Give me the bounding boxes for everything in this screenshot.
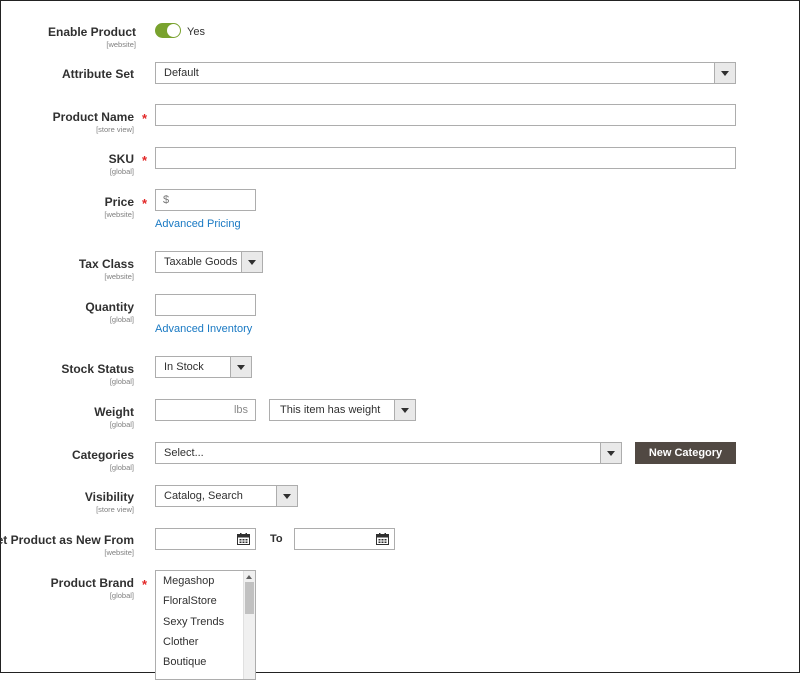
chevron-down-icon[interactable] [394,400,415,420]
product-brand-scope: [global] [109,591,134,600]
product-brand-label: Product Brand [50,576,134,590]
price-input[interactable]: $ [155,189,256,211]
advanced-pricing-link[interactable]: Advanced Pricing [155,218,241,230]
visibility-value: Catalog, Search [164,490,243,502]
list-item[interactable]: Megashop [156,571,255,591]
new-from-date-input[interactable] [155,528,256,550]
enable-product-label: Enable Product [47,25,136,39]
sku-label: SKU [108,152,134,166]
currency-symbol: $ [163,194,170,206]
price-label: Price [104,195,134,209]
scroll-up-icon[interactable] [246,575,252,579]
chevron-down-icon[interactable] [230,357,251,377]
enable-product-value: Yes [187,26,205,38]
scrollbar[interactable] [243,571,255,679]
weight-input[interactable]: lbs [155,399,256,421]
to-label: To [270,533,283,545]
new-from-scope: [website] [104,548,134,557]
stock-status-label: Stock Status [61,362,134,376]
weight-type-select[interactable]: This item has weight [269,399,416,421]
weight-unit: lbs [233,404,248,416]
quantity-label: Quantity [85,300,134,314]
chevron-down-icon[interactable] [714,63,735,83]
product-brand-multiselect[interactable]: Megashop FloralStore Sexy Trends Clother… [155,570,256,680]
tax-class-label: Tax Class [78,257,134,271]
scrollbar-thumb[interactable] [245,582,254,614]
enable-product-scope: [website] [106,40,136,49]
chevron-down-icon[interactable] [600,443,621,463]
product-name-input[interactable] [155,104,736,126]
sku-input[interactable] [155,147,736,169]
list-item[interactable]: Boutique [156,652,255,672]
toggle-knob [167,24,180,37]
categories-placeholder: Select... [164,447,204,459]
stock-status-value: In Stock [164,361,204,373]
stock-status-select[interactable]: In Stock [155,356,252,378]
visibility-label: Visibility [84,490,134,504]
chevron-down-icon[interactable] [241,252,262,272]
required-marker: * [142,196,148,211]
categories-select[interactable]: Select... [155,442,622,464]
visibility-scope: [store view] [96,505,134,514]
weight-scope: [global] [109,420,134,429]
tax-class-value: Taxable Goods [164,256,238,268]
attribute-set-value: Default [164,67,199,79]
new-category-button[interactable]: New Category [635,442,736,464]
visibility-select[interactable]: Catalog, Search [155,485,298,507]
quantity-input[interactable] [155,294,256,316]
calendar-icon[interactable] [376,533,389,545]
new-from-label: Set Product as New From [0,533,134,547]
list-item[interactable]: Clother [156,632,255,652]
product-name-label: Product Name [52,110,134,124]
new-to-date-input[interactable] [294,528,395,550]
required-marker: * [142,577,148,592]
weight-type-value: This item has weight [280,404,381,416]
stock-status-scope: [global] [109,377,134,386]
attribute-set-label: Attribute Set [62,67,134,81]
list-item[interactable]: Sexy Trends [156,612,255,632]
categories-scope: [global] [109,463,134,472]
product-name-scope: [store view] [96,125,134,134]
weight-label: Weight [94,405,134,419]
price-scope: [website] [104,210,134,219]
tax-class-select[interactable]: Taxable Goods [155,251,263,273]
enable-product-toggle[interactable] [155,23,181,38]
required-marker: * [142,111,148,126]
tax-class-scope: [website] [104,272,134,281]
sku-scope: [global] [109,167,134,176]
attribute-set-select[interactable]: Default [155,62,736,84]
list-item[interactable]: FloralStore [156,591,255,611]
advanced-inventory-link[interactable]: Advanced Inventory [155,323,252,335]
required-marker: * [142,153,148,168]
categories-label: Categories [71,448,134,462]
calendar-icon[interactable] [237,533,250,545]
chevron-down-icon[interactable] [276,486,297,506]
quantity-scope: [global] [109,315,134,324]
